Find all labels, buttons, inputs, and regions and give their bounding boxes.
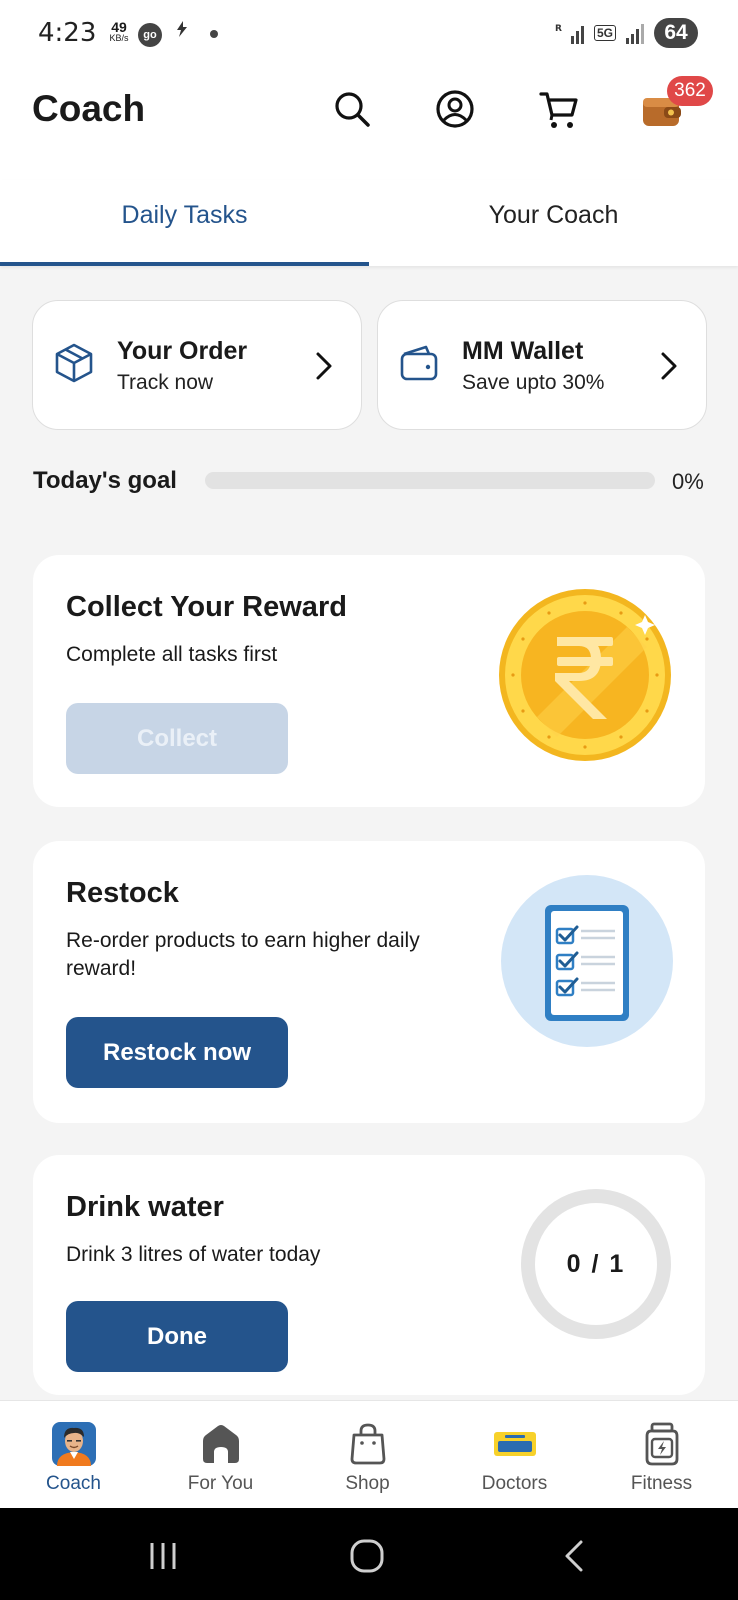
network-speed: 49 KB/s xyxy=(104,20,134,43)
health-pass-icon xyxy=(492,1421,538,1467)
network-speed-unit: KB/s xyxy=(109,33,129,43)
flash-notification-icon xyxy=(172,19,192,45)
go-app-icon: go xyxy=(138,23,162,47)
network-speed-value: 49 xyxy=(111,19,127,35)
battery-icon: 64 xyxy=(654,18,698,48)
search-icon[interactable] xyxy=(330,87,374,131)
collect-reward-description: Complete all tasks first xyxy=(66,643,278,666)
chevron-right-icon xyxy=(313,350,335,382)
nav-coach[interactable]: Coach xyxy=(0,1401,147,1509)
network-5g-icon: 5G xyxy=(593,25,616,41)
restock-card: Restock Re-order products to earn higher… xyxy=(33,841,705,1123)
collect-reward-card: Collect Your Reward Complete all tasks f… xyxy=(33,555,705,807)
signal-r-icon: R xyxy=(555,22,584,44)
goal-percent: 0% xyxy=(672,469,704,494)
status-time: 4:23 xyxy=(38,18,97,48)
water-counter: 0 / 1 xyxy=(566,1249,626,1278)
app-header: Coach 362 xyxy=(0,70,738,180)
status-bar: 4:23 49 KB/s go R 5G 64 xyxy=(0,0,738,70)
restock-title: Restock xyxy=(66,877,179,909)
notification-dot-icon xyxy=(210,30,218,38)
nav-fitness[interactable]: Fitness xyxy=(588,1401,735,1509)
nav-doctors[interactable]: Doctors xyxy=(441,1401,588,1509)
active-tab-indicator xyxy=(0,262,369,266)
home-button-icon[interactable] xyxy=(347,1538,387,1574)
recent-apps-icon[interactable] xyxy=(143,1538,183,1574)
status-indicators: R 5G 64 xyxy=(555,18,698,48)
wallet-badge: 362 xyxy=(667,76,713,106)
shopping-bag-icon xyxy=(345,1421,391,1467)
collect-button[interactable]: Collect xyxy=(66,703,288,774)
home-icon xyxy=(198,1421,244,1467)
your-order-title: Your Order xyxy=(117,337,248,365)
drink-water-title: Drink water xyxy=(66,1191,224,1223)
tab-your-coach[interactable]: Your Coach xyxy=(369,180,738,266)
cart-icon[interactable] xyxy=(537,87,581,131)
drink-water-card: Drink water Drink 3 litres of water toda… xyxy=(33,1155,705,1395)
todays-goal-label: Today's goal xyxy=(33,467,177,494)
collect-reward-title: Collect Your Reward xyxy=(66,591,347,623)
nav-shop-label: Shop xyxy=(345,1473,390,1494)
coach-avatar-icon xyxy=(51,1421,97,1467)
wallet-icon xyxy=(398,342,440,384)
back-icon[interactable] xyxy=(555,1538,595,1574)
nav-doctors-label: Doctors xyxy=(481,1473,548,1494)
water-progress-ring: 0 / 1 xyxy=(521,1189,671,1339)
mm-wallet-subtitle: Save upto 30% xyxy=(462,371,605,394)
tab-daily-tasks[interactable]: Daily Tasks xyxy=(0,180,369,266)
nav-for-you[interactable]: For You xyxy=(147,1401,294,1509)
system-navigation-bar xyxy=(0,1508,738,1600)
mm-wallet-card[interactable]: MM Wallet Save upto 30% xyxy=(377,300,707,430)
nav-fitness-label: Fitness xyxy=(630,1473,693,1494)
package-icon xyxy=(53,342,95,384)
nav-coach-label: Coach xyxy=(46,1473,101,1494)
nav-shop[interactable]: Shop xyxy=(294,1401,441,1509)
restock-description: Re-order products to earn higher daily r… xyxy=(66,929,420,980)
tab-bar: Daily Tasks Your Coach xyxy=(0,180,738,266)
svg-text:R: R xyxy=(555,24,562,34)
done-button[interactable]: Done xyxy=(66,1301,288,1372)
drink-water-description: Drink 3 litres of water today xyxy=(66,1243,321,1266)
rupee-coin-icon xyxy=(497,587,673,763)
bottom-navigation: Coach For You Shop Doctors Fitness xyxy=(0,1400,738,1508)
goal-progress-bar xyxy=(205,472,655,489)
restock-now-button[interactable]: Restock now xyxy=(66,1017,288,1088)
page-title: Coach xyxy=(32,88,146,129)
your-order-subtitle: Track now xyxy=(117,371,214,394)
nav-for-you-label: For You xyxy=(187,1473,254,1494)
chevron-right-icon xyxy=(658,350,680,382)
checklist-icon xyxy=(501,875,673,1047)
profile-icon[interactable] xyxy=(433,87,477,131)
your-order-card[interactable]: Your Order Track now xyxy=(32,300,362,430)
mm-wallet-title: MM Wallet xyxy=(462,337,584,365)
supplement-jar-icon xyxy=(639,1421,685,1467)
signal-strength-icon xyxy=(626,22,644,44)
